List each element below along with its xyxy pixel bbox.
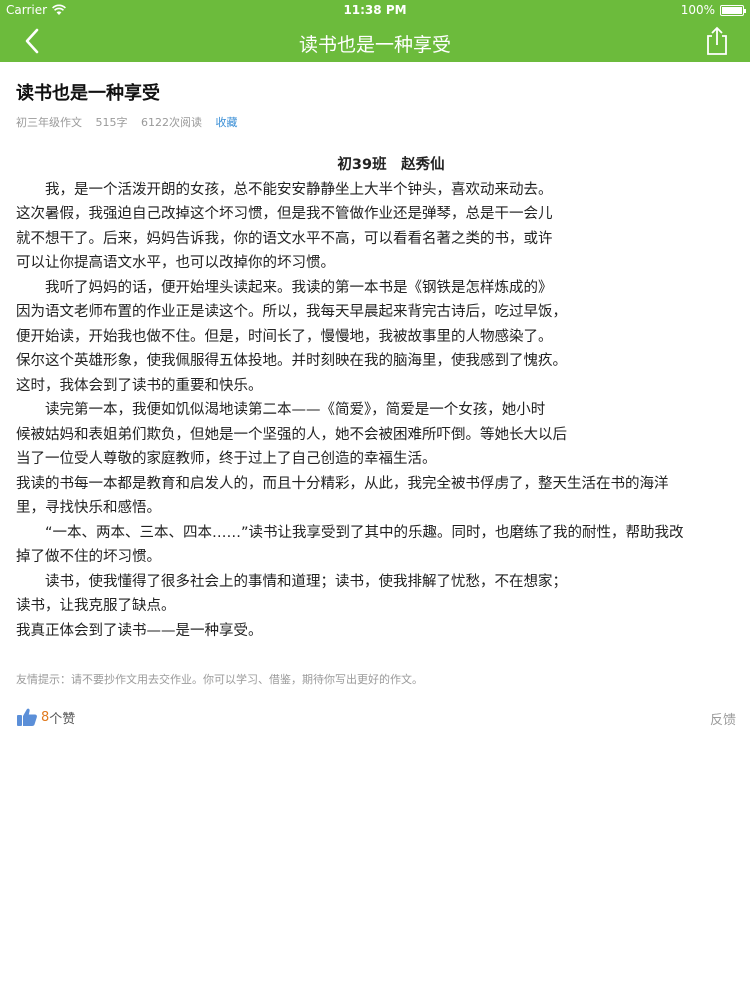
paragraph-line: 因为语文老师布置的作业正是读这个。所以，我每天早晨起来背完古诗后，吃过早饭， bbox=[16, 304, 567, 320]
battery-fill bbox=[722, 6, 742, 14]
paragraph-line: 这时，我体会到了读书的重要和快乐。 bbox=[16, 377, 263, 394]
paragraph-line: 我，是一个活泼开朗的女孩，总不能安安静静坐上大半个钟头，喜欢动来动去。 bbox=[16, 181, 553, 198]
like-unit: 个赞 bbox=[49, 711, 76, 727]
battery-icon bbox=[720, 4, 746, 16]
favorite-link[interactable]: 收藏 bbox=[216, 116, 238, 129]
paragraph-line: 便开始读，开始我也做不住。但是，时间长了，慢慢地，我被故事里的人物感染了。 bbox=[16, 328, 553, 345]
navigation-bar: 读书也是一种享受 bbox=[0, 20, 750, 62]
article-content: 读书也是一种享受 初三年级作文 515字 6122次阅读 收藏 初39班 赵秀仙… bbox=[16, 62, 736, 731]
paragraph-line: 读书，使我懂得了很多社会上的事情和道理；读书，使我排解了忧愁，不在想家； bbox=[16, 573, 567, 590]
nav-title: 读书也是一种享受 bbox=[298, 34, 451, 56]
paragraph-line: 里，寻找快乐和感悟。 bbox=[16, 500, 161, 516]
share-icon[interactable] bbox=[704, 26, 730, 56]
status-bar: Carrier 11:38 PM 100% bbox=[0, 0, 750, 20]
battery-percent: 100% bbox=[680, 3, 715, 17]
paragraph-line: 我读的书每一本都是教育和启发人的，而且十分精彩，从此，我完全被书俘虏了，整天生活… bbox=[16, 475, 669, 492]
read-count: 6122次阅读 bbox=[141, 116, 202, 129]
paragraph-line: 保尔这个英雄形象，使我佩服得五体投地。并时刻映在我的脑海里，使我感到了愧疚。 bbox=[16, 353, 567, 369]
paragraph-line: “一本、两本、三本、四本……”读书让我享受到了其中的乐趣。同时，也磨练了我的耐性… bbox=[16, 524, 684, 541]
like-count: 8 bbox=[41, 709, 50, 725]
paragraph-line: 可以让你提高语文水平，也可以改掉你的坏习惯。 bbox=[16, 255, 335, 271]
paragraph-line: 读书，让我克服了缺点。 bbox=[16, 598, 176, 614]
paragraph-line: 当了一位受人尊敬的家庭教师，终于过上了自己创造的幸福生活。 bbox=[16, 451, 437, 467]
article-title: 读书也是一种享受 bbox=[16, 83, 160, 104]
feedback-link[interactable]: 反馈 bbox=[710, 709, 736, 728]
friendly-tip: 友情提示：请不要抄作文用去交作业。你可以学习、借鉴，期待你写出更好的作文。 bbox=[16, 673, 423, 686]
article-actions: 8 个赞 反馈 bbox=[16, 707, 736, 731]
like-button[interactable]: 8 个赞 bbox=[16, 707, 75, 727]
paragraph-line: 掉了做不住的坏习惯。 bbox=[16, 549, 161, 565]
paragraph-line: 读完第一本，我便如饥似渴地读第二本——《简爱》，简爱是一个女孩，她小时 bbox=[16, 402, 546, 418]
clock: 11:38 PM bbox=[343, 3, 407, 17]
paragraph-line: 候被姑妈和表姐弟们欺负，但她是一个坚强的人，她不会被困难所吓倒。等她长大以后 bbox=[16, 426, 567, 443]
article-body: 初39班 赵秀仙 我，是一个活泼开朗的女孩，总不能安安静静坐上大半个钟头，喜欢动… bbox=[16, 153, 736, 643]
paragraph-line: 这次暑假，我强迫自己改掉这个坏习惯，但是我不管做作业还是弹琴，总是干一会儿 bbox=[16, 206, 553, 222]
paragraph-line: 我真正体会到了读书——是一种享受。 bbox=[16, 622, 263, 639]
battery-indicator: 100% bbox=[680, 3, 746, 17]
paragraph-line: 我听了妈妈的话，便开始埋头读起来。我读的第一本书是《钢铁是怎样炼成的》 bbox=[16, 279, 553, 296]
article-meta: 初三年级作文 515字 6122次阅读 收藏 bbox=[16, 114, 736, 130]
thumbs-up-icon bbox=[17, 708, 37, 726]
author-line: 初39班 赵秀仙 bbox=[337, 157, 445, 173]
word-count: 515字 bbox=[95, 116, 128, 129]
paragraph-line: 就不想干了。后来，妈妈告诉我，你的语文水平不高，可以看看名著之类的书，或许 bbox=[16, 230, 553, 247]
grade-label: 初三年级作文 bbox=[16, 116, 82, 129]
